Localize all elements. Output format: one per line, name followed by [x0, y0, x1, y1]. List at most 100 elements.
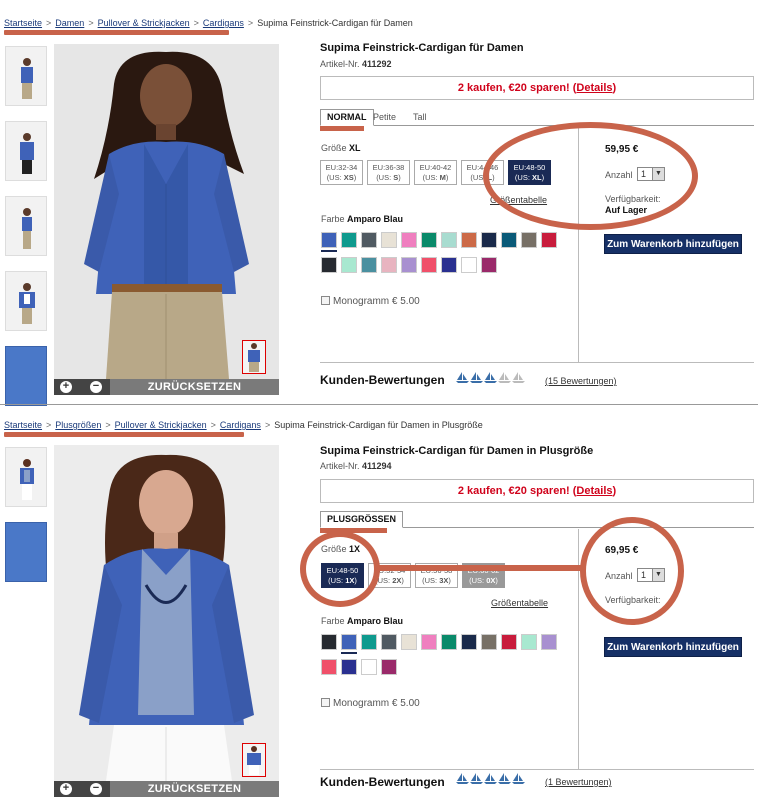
reset-button[interactable]: ZURÜCKSETZEN [110, 379, 279, 395]
color-label-text: Farbe [321, 214, 345, 224]
color-swatch[interactable] [341, 659, 357, 675]
breadcrumb-link-pullover[interactable]: Pullover & Strickjacken [98, 18, 190, 28]
color-swatch[interactable] [321, 659, 337, 675]
color-swatch[interactable] [321, 257, 337, 273]
color-swatch[interactable] [421, 257, 437, 273]
color-swatch[interactable] [481, 634, 497, 650]
color-swatch[interactable] [381, 257, 397, 273]
rating-boats [456, 372, 526, 386]
monogram-option[interactable]: Monogramm € 5.00 [321, 698, 420, 709]
color-swatch[interactable] [441, 257, 457, 273]
color-swatch[interactable] [461, 232, 477, 248]
promo-text: 2 kaufen, €20 sparen! ( [457, 82, 577, 94]
color-swatch[interactable] [361, 634, 377, 650]
reviews-count-link[interactable]: (15 Bewertungen) [545, 376, 617, 386]
color-swatch[interactable] [361, 257, 377, 273]
thumbnail-front[interactable] [5, 447, 47, 507]
color-swatch[interactable] [461, 257, 477, 273]
color-swatch[interactable] [341, 634, 357, 654]
color-swatch[interactable] [521, 634, 537, 650]
sailboat-rating-icon [484, 372, 497, 383]
color-swatch[interactable] [341, 232, 357, 248]
article-number: Artikel-Nr. 411292 [320, 59, 392, 69]
monogram-checkbox[interactable] [321, 296, 330, 305]
thumbnail-detail[interactable] [5, 121, 47, 181]
color-swatch[interactable] [401, 232, 417, 248]
breadcrumb: Startseite > Plusgrößen > Pullover & Strickj… [4, 420, 483, 430]
color-swatch[interactable] [381, 634, 397, 650]
add-to-cart-button[interactable]: Zum Warenkorb hinzufügen [604, 637, 742, 657]
size-button-xs[interactable]: EU:32-34 (US: XS) [320, 160, 363, 185]
size-button-s[interactable]: EU:36-38 (US: S) [367, 160, 410, 185]
color-swatch[interactable] [501, 634, 517, 650]
breadcrumb-link-damen[interactable]: Damen [55, 18, 84, 28]
color-swatch[interactable] [501, 232, 517, 248]
color-swatch[interactable] [541, 634, 557, 650]
image-toolbar: + − ZURÜCKSETZEN [54, 379, 279, 395]
model-photo [54, 44, 279, 379]
size-us-prefix: (US: [422, 576, 440, 585]
zoom-in-button[interactable]: + [60, 783, 72, 795]
size-button-m[interactable]: EU:40-42 (US: M) [414, 160, 457, 185]
zoom-preview-thumb[interactable] [242, 743, 266, 777]
color-swatch[interactable] [401, 634, 417, 650]
zoom-out-button[interactable]: − [90, 381, 102, 393]
color-swatch[interactable] [321, 634, 337, 650]
color-swatch[interactable] [461, 634, 477, 650]
promo-close-paren: ) [612, 485, 617, 497]
product-title: Supima Feinstrick-Cardigan für Damen in … [320, 445, 594, 457]
sailboat-rating-icon [498, 773, 511, 784]
color-swatch[interactable] [381, 232, 397, 248]
breadcrumb-link-pullover[interactable]: Pullover & Strickjacken [115, 420, 207, 430]
breadcrumb-link-home[interactable]: Startseite [4, 18, 42, 28]
sailboat-rating-icon [470, 372, 483, 383]
color-swatch[interactable] [341, 257, 357, 273]
breadcrumb-separator: > [46, 420, 52, 430]
breadcrumb-link-plus[interactable]: Plusgrößen [55, 420, 101, 430]
color-swatch[interactable] [481, 257, 497, 273]
thumbnail-fabric-swatch[interactable] [5, 522, 47, 582]
color-swatch[interactable] [321, 232, 337, 252]
color-swatch[interactable] [421, 634, 437, 650]
thumbnail-side[interactable] [5, 196, 47, 256]
breadcrumb-highlight [4, 30, 229, 35]
product-title: Supima Feinstrick-Cardigan für Damen [320, 42, 524, 54]
color-swatch[interactable] [381, 659, 397, 675]
thumbnail-fabric-swatch[interactable] [5, 346, 47, 406]
promo-details-link[interactable]: Details [576, 82, 612, 94]
reviews-count-link[interactable]: (1 Bewertungen) [545, 777, 612, 787]
product-image[interactable] [54, 44, 279, 379]
size-chart-link[interactable]: Größentabelle [491, 598, 548, 608]
tab-tall[interactable]: Tall [406, 109, 434, 126]
add-to-cart-button[interactable]: Zum Warenkorb hinzufügen [604, 234, 742, 254]
color-swatch[interactable] [441, 634, 457, 650]
color-swatch[interactable] [541, 232, 557, 248]
reset-button[interactable]: ZURÜCKSETZEN [110, 781, 279, 797]
thumbnail-alt[interactable] [5, 271, 47, 331]
color-swatch[interactable] [361, 232, 377, 248]
promo-details-link[interactable]: Details [576, 485, 612, 497]
thumbnail-front[interactable] [5, 46, 47, 106]
breadcrumb-link-cardigans[interactable]: Cardigans [220, 420, 261, 430]
monogram-option[interactable]: Monogramm € 5.00 [321, 296, 420, 307]
color-swatch[interactable] [361, 659, 377, 675]
size-label: Größe XL [321, 143, 361, 153]
model-figure-icon [19, 283, 35, 324]
monogram-checkbox[interactable] [321, 698, 330, 707]
promo-banner: 2 kaufen, €20 sparen! (Details) [320, 479, 754, 503]
zoom-out-button[interactable]: − [90, 783, 102, 795]
breadcrumb-link-cardigans[interactable]: Cardigans [203, 18, 244, 28]
zoom-in-button[interactable]: + [60, 381, 72, 393]
sailboat-rating-icon [484, 773, 497, 784]
color-swatch[interactable] [521, 232, 537, 248]
breadcrumb-link-home[interactable]: Startseite [4, 420, 42, 430]
tab-petite[interactable]: Petite [366, 109, 403, 126]
color-swatch[interactable] [401, 257, 417, 273]
zoom-preview-thumb[interactable] [242, 340, 266, 374]
color-swatch[interactable] [481, 232, 497, 248]
color-swatch[interactable] [421, 232, 437, 248]
tab-plus-sizes[interactable]: PLUSGRÖSSEN [320, 511, 404, 528]
model-figure-icon [20, 459, 34, 500]
product-image[interactable] [54, 445, 279, 781]
color-swatch[interactable] [441, 232, 457, 248]
